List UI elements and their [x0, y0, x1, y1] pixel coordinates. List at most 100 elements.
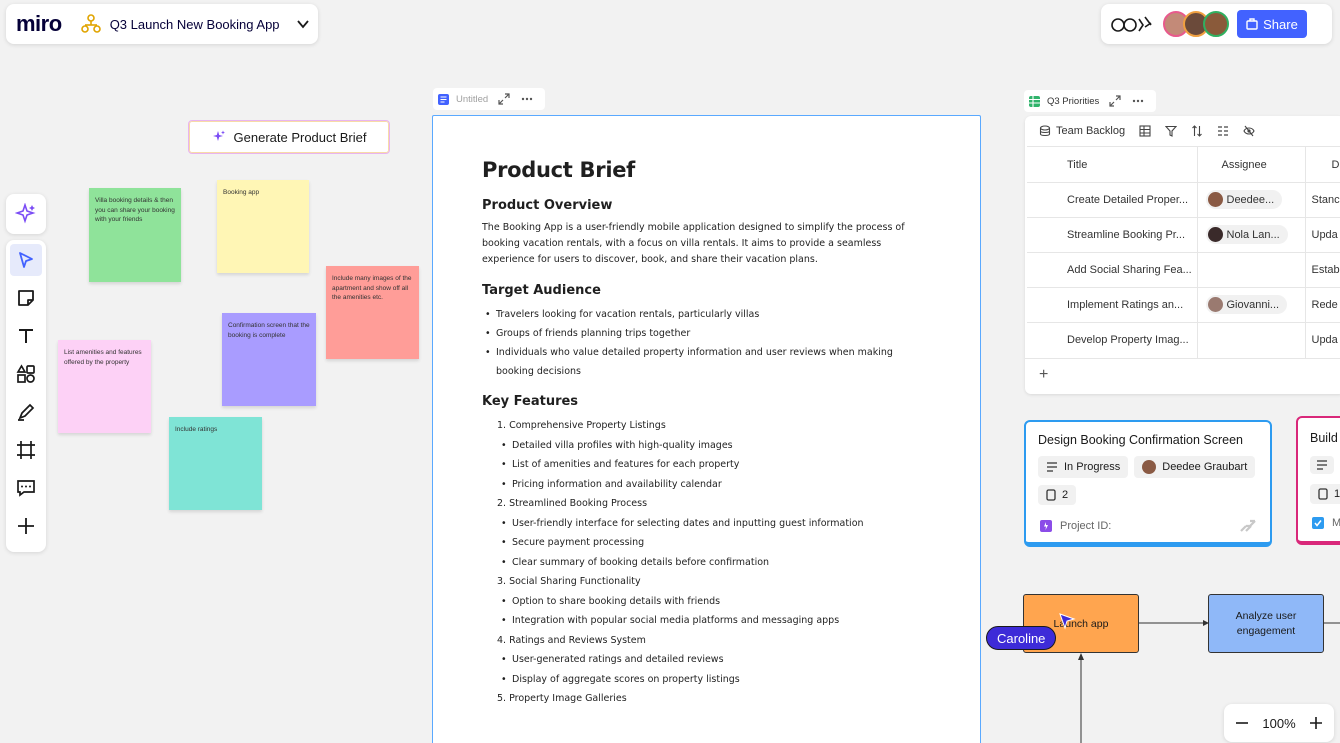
ai-assist-button[interactable] [6, 194, 46, 234]
more-tools-button[interactable] [10, 510, 42, 542]
view-selector[interactable]: Team Backlog [1039, 125, 1125, 137]
card2-label: M [1332, 517, 1340, 529]
chevron-down-icon[interactable] [296, 17, 310, 31]
pen-icon [18, 403, 35, 421]
assignee-chip[interactable]: Giovanni... [1205, 295, 1288, 314]
feature-title: 3. Social Sharing Functionality [497, 576, 641, 587]
row-title: Create Detailed Proper... [1067, 194, 1189, 206]
zoom-level[interactable]: 100% [1262, 716, 1295, 731]
section-heading: Product Overview [482, 198, 613, 213]
sticky-note[interactable]: Include ratings [169, 417, 262, 510]
sort-icon[interactable] [1191, 125, 1203, 137]
table-widget-header: Q3 Priorities [1024, 90, 1156, 112]
row-d: Upda [1311, 229, 1338, 241]
sparkle-icon [15, 203, 36, 224]
share-icon [1246, 18, 1258, 30]
sticky-text: Include many images of the apartment and… [332, 275, 412, 301]
sticky-note[interactable]: Villa booking details & then you can sha… [89, 188, 181, 282]
sparkle-icon [212, 130, 225, 141]
sticky-text: List amenities and features offered by t… [64, 349, 142, 366]
assignee-chip[interactable]: Nola Lan... [1205, 225, 1288, 244]
hide-fields-icon[interactable] [1243, 125, 1255, 137]
expand-icon[interactable] [1109, 95, 1121, 107]
text-tool[interactable] [10, 320, 42, 352]
assignee-name: Nola Lan... [1226, 228, 1280, 241]
table-row[interactable]: Create Detailed Proper... Deedee... Stan… [1027, 182, 1340, 218]
group-icon[interactable] [1217, 125, 1229, 137]
section-heading: Target Audience [482, 283, 601, 298]
status-chip[interactable]: In Progress [1038, 456, 1129, 478]
board-structure-icon[interactable] [80, 13, 102, 35]
zoom-in-icon[interactable] [1308, 715, 1324, 731]
add-row-button[interactable]: + [1025, 357, 1340, 392]
data-table: Title Assignee D Create Detailed Proper.… [1027, 146, 1340, 358]
status-chip[interactable] [1310, 456, 1334, 474]
arrowhead-icon [1078, 653, 1084, 660]
row-d: Rede [1311, 299, 1338, 311]
board-header: miro Q3 Launch New Booking App [6, 4, 318, 44]
table-name[interactable]: Q3 Priorities [1047, 96, 1099, 107]
share-label: Share [1263, 16, 1298, 32]
row-d: Estab [1311, 264, 1340, 276]
list-item: Integration with popular social media pl… [482, 611, 912, 631]
avatar [1142, 460, 1157, 474]
collaborator-cursor-icon [1059, 613, 1076, 630]
sticky-note-icon [18, 290, 34, 306]
select-tool[interactable] [10, 244, 42, 276]
flow-node-analyze-engagement[interactable]: Analyze user engagement [1208, 594, 1324, 653]
assignee-chip[interactable]: Deedee Graubart [1134, 456, 1256, 478]
column-header-assignee[interactable]: Assignee [1197, 146, 1306, 183]
sticky-note[interactable]: Confirmation screen that the booking is … [222, 313, 316, 406]
mobile-icon [1046, 489, 1056, 501]
count-chip[interactable]: 2 [1038, 485, 1077, 505]
table-row[interactable]: Add Social Sharing Fea... Estab [1027, 252, 1340, 288]
table-icon [1029, 95, 1040, 107]
feature-title: 2. Streamlined Booking Process [497, 498, 648, 509]
shapes-tool[interactable] [10, 358, 42, 390]
column-header-d[interactable]: D [1305, 146, 1340, 183]
task-card[interactable]: Design Booking Confirmation Screen In Pr… [1024, 420, 1272, 547]
doc-widget-header: Untitled [433, 88, 545, 110]
sticky-note[interactable]: Booking app [217, 180, 309, 273]
table-row[interactable]: Implement Ratings an... Giovanni... Rede [1027, 287, 1340, 323]
more-options-icon[interactable] [1131, 95, 1145, 107]
task-card[interactable]: Build 1( M [1296, 416, 1340, 545]
creation-toolbar [6, 240, 46, 552]
doc-name[interactable]: Untitled [456, 94, 488, 105]
sticky-note-tool[interactable] [10, 282, 42, 314]
assignee-name: Giovanni... [1226, 298, 1280, 311]
miro-logo[interactable]: miro [16, 11, 62, 37]
grid-view-icon[interactable] [1139, 125, 1151, 137]
table-row[interactable]: Streamline Booking Pr... Nola Lan... Upd… [1027, 217, 1340, 253]
expand-icon[interactable] [498, 93, 510, 105]
sticky-note[interactable]: List amenities and features offered by t… [58, 340, 151, 433]
more-options-icon[interactable] [520, 93, 534, 105]
feature-item: 2. Streamlined Booking Process [482, 494, 912, 514]
priorities-table: Team Backlog Title Assignee D Create Det… [1025, 116, 1340, 394]
view-name: Team Backlog [1056, 125, 1126, 137]
pen-tool[interactable] [10, 396, 42, 428]
share-button[interactable]: Share [1237, 10, 1307, 38]
sticky-note[interactable]: Include many images of the apartment and… [326, 266, 419, 359]
reactions-icon[interactable] [1109, 12, 1157, 36]
generate-label: Generate Product Brief [233, 129, 367, 145]
text-icon [19, 329, 33, 343]
project-label: Project ID: [1060, 520, 1112, 532]
assignee-chip[interactable]: Deedee... [1205, 190, 1283, 209]
filter-icon[interactable] [1165, 125, 1178, 137]
sticky-text: Include ratings [175, 426, 218, 433]
table-row[interactable]: Develop Property Imag... Upda [1027, 322, 1340, 358]
comment-tool[interactable] [10, 472, 42, 504]
list-item: Groups of friends planning trips togethe… [482, 324, 912, 343]
doc-title: Product Brief [482, 158, 635, 182]
column-header-title[interactable]: Title [1027, 146, 1198, 183]
collaboration-bar: Share [1101, 4, 1332, 44]
product-brief-doc[interactable]: Product Brief Product Overview The Booki… [432, 115, 981, 743]
board-title[interactable]: Q3 Launch New Booking App [110, 17, 280, 32]
collaborator-avatars[interactable] [1163, 11, 1229, 37]
zoom-out-icon[interactable] [1234, 715, 1250, 731]
frame-tool[interactable] [10, 434, 42, 466]
avatar[interactable] [1203, 11, 1229, 37]
count-chip[interactable]: 1( [1310, 484, 1340, 504]
generate-product-brief-button[interactable]: Generate Product Brief [188, 120, 390, 154]
